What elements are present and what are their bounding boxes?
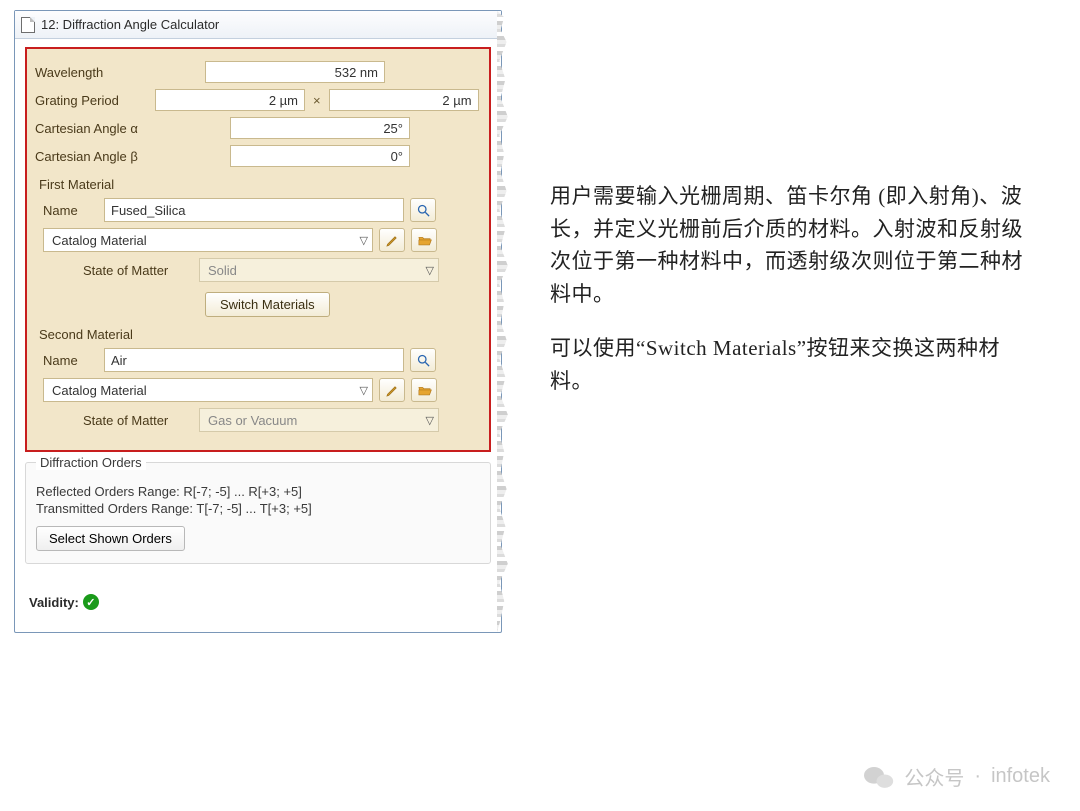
explanation-paragraph-2: 可以使用“Switch Materials”按钮来交换这两种材料。 <box>550 332 1030 397</box>
first-material-name-input[interactable] <box>104 198 404 222</box>
first-material-state-label: State of Matter <box>83 263 193 278</box>
second-material-catalog-label: Catalog Material <box>52 383 147 398</box>
pencil-icon <box>385 233 400 248</box>
check-circle-icon: ✓ <box>83 594 99 610</box>
first-material-catalog-combo[interactable]: Catalog Material ▽ <box>43 228 373 252</box>
chevron-down-icon: ▽ <box>360 234 368 247</box>
explanation-paragraph-1: 用户需要输入光栅周期、笛卡尔角 (即入射角)、波长，并定义光栅前后介质的材料。入… <box>550 180 1030 310</box>
first-material-search-button[interactable] <box>410 198 436 222</box>
wavelength-input[interactable] <box>205 61 385 83</box>
cartesian-alpha-label: Cartesian Angle α <box>35 121 175 136</box>
first-material-state-combo[interactable]: Solid ▽ <box>199 258 439 282</box>
switch-materials-button[interactable]: Switch Materials <box>205 292 330 317</box>
titlebar: 12: Diffraction Angle Calculator <box>15 11 501 39</box>
cartesian-alpha-input[interactable] <box>230 117 410 139</box>
second-material-state-label: State of Matter <box>83 413 193 428</box>
first-material-catalog-label: Catalog Material <box>52 233 147 248</box>
watermark-dot: · <box>974 765 981 788</box>
folder-open-icon <box>417 233 432 248</box>
second-material-name-label: Name <box>43 353 98 368</box>
chevron-down-icon: ▽ <box>426 264 434 277</box>
window-title: 12: Diffraction Angle Calculator <box>41 17 219 32</box>
second-material-edit-button[interactable] <box>379 378 405 402</box>
second-material-open-button[interactable] <box>411 378 437 402</box>
wavelength-label: Wavelength <box>35 65 155 80</box>
first-material-state-value: Solid <box>208 263 237 278</box>
wechat-icon <box>864 763 894 791</box>
cartesian-beta-label: Cartesian Angle β <box>35 149 175 164</box>
second-material-state-value: Gas or Vacuum <box>208 413 297 428</box>
explanation-text: 用户需要输入光栅周期、笛卡尔角 (即入射角)、波长，并定义光栅前后介质的材料。入… <box>550 10 1030 633</box>
multiply-symbol: × <box>313 93 321 108</box>
diffraction-orders-heading: Diffraction Orders <box>36 455 146 470</box>
second-material-name-input[interactable] <box>104 348 404 372</box>
second-material-catalog-combo[interactable]: Catalog Material ▽ <box>43 378 373 402</box>
wechat-watermark: 公众号 · infotek <box>864 762 1050 791</box>
magnifier-icon <box>416 353 431 368</box>
diffraction-orders-section: Diffraction Orders Reflected Orders Rang… <box>25 462 491 564</box>
first-material-heading: First Material <box>39 177 481 192</box>
second-material-heading: Second Material <box>39 327 481 342</box>
transmitted-orders-text: Transmitted Orders Range: T[-7; -5] ... … <box>36 501 480 516</box>
second-material-search-button[interactable] <box>410 348 436 372</box>
select-shown-orders-button[interactable]: Select Shown Orders <box>36 526 185 551</box>
grating-period-y-input[interactable] <box>329 89 479 111</box>
document-icon <box>21 17 35 33</box>
pencil-icon <box>385 383 400 398</box>
chevron-down-icon: ▽ <box>360 384 368 397</box>
watermark-label: 公众号 <box>904 762 964 791</box>
magnifier-icon <box>416 203 431 218</box>
validity-label: Validity: <box>29 595 79 610</box>
chevron-down-icon: ▽ <box>426 414 434 427</box>
diffraction-calculator-window: 12: Diffraction Angle Calculator Wavelen… <box>14 10 502 633</box>
cartesian-beta-input[interactable] <box>230 145 410 167</box>
grating-period-label: Grating Period <box>35 93 155 108</box>
grating-period-x-input[interactable] <box>155 89 305 111</box>
first-material-edit-button[interactable] <box>379 228 405 252</box>
first-material-name-label: Name <box>43 203 98 218</box>
second-material-state-combo[interactable]: Gas or Vacuum ▽ <box>199 408 439 432</box>
watermark-name: infotek <box>991 765 1050 788</box>
first-material-open-button[interactable] <box>411 228 437 252</box>
folder-open-icon <box>417 383 432 398</box>
reflected-orders-text: Reflected Orders Range: R[-7; -5] ... R[… <box>36 484 480 499</box>
highlighted-input-region: Wavelength Grating Period × Cartesian An… <box>25 47 491 452</box>
